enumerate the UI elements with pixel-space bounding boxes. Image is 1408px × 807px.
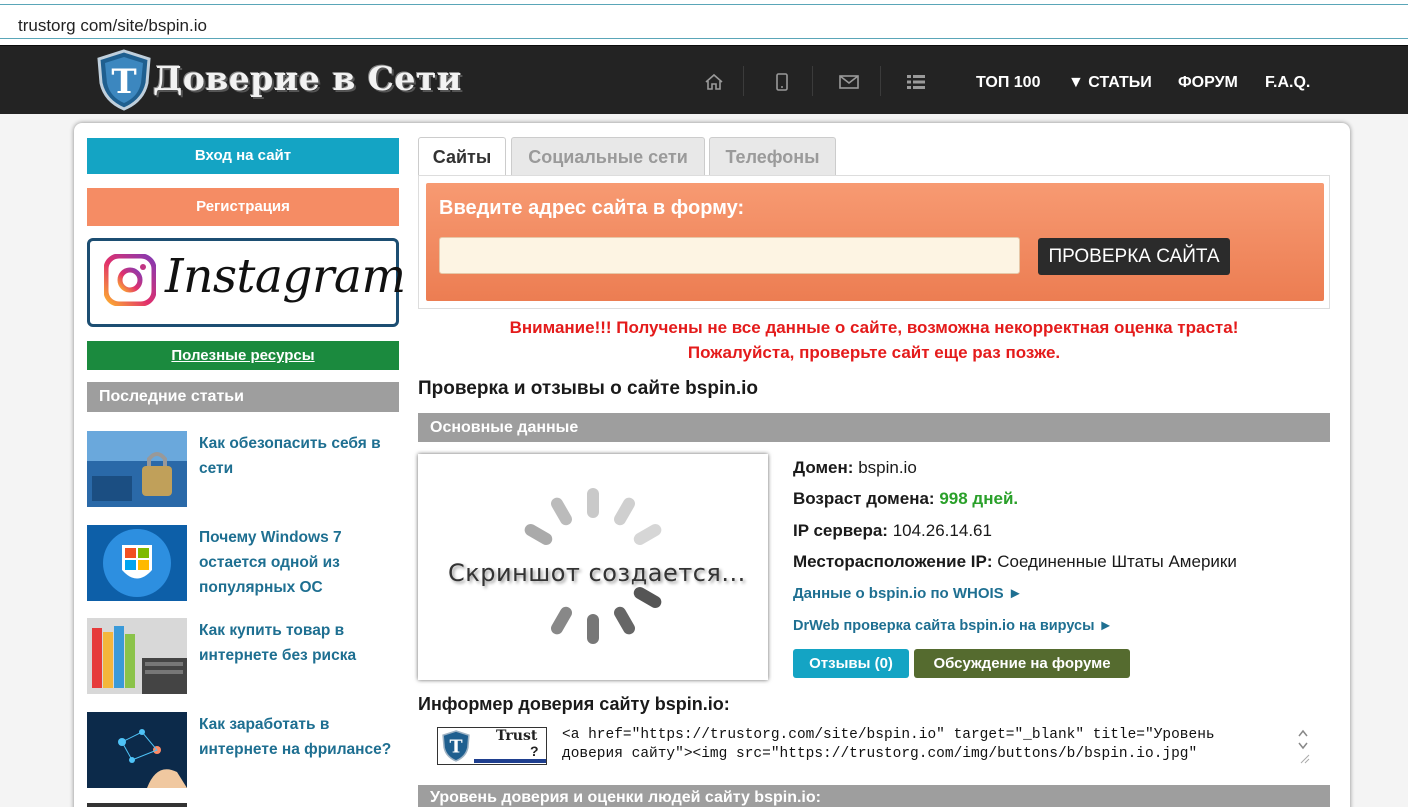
domain-label: Домен:: [793, 458, 854, 477]
mail-icon[interactable]: [839, 73, 859, 91]
ip-location-value: Соединенные Штаты Америки: [997, 552, 1237, 571]
form-label: Введите адрес сайта в форму:: [439, 197, 745, 219]
tab-sites[interactable]: Сайты: [418, 137, 506, 176]
textarea-scroll-arrows-icon[interactable]: [1295, 727, 1311, 765]
page-title: Проверка и отзывы о сайте bspin.io: [418, 378, 758, 399]
instagram-icon: [104, 254, 156, 306]
warning-message: Внимание!!! Получены не все данные о сай…: [418, 315, 1330, 365]
login-button[interactable]: Вход на сайт: [87, 138, 399, 174]
nav-separator: [880, 66, 881, 96]
warning-line: Внимание!!! Получены не все данные о сай…: [509, 318, 1239, 337]
svg-text:T: T: [449, 738, 462, 758]
nav-top100[interactable]: ТОП 100: [976, 74, 1040, 92]
domain-row: Домен: bspin.io: [793, 458, 917, 478]
svg-text:T: T: [111, 62, 136, 102]
list-icon[interactable]: [906, 73, 926, 91]
forum-discussion-button[interactable]: Обсуждение на форуме: [914, 649, 1130, 678]
badge-score: ?: [530, 743, 539, 759]
domain-age-value: 998 дней.: [939, 489, 1019, 508]
article-title[interactable]: Как купить товар в интернете без риска: [199, 618, 399, 668]
drweb-link[interactable]: DrWeb проверка сайта bspin.io на вирусы …: [793, 618, 1113, 634]
screenshot-status: Скриншот создается...: [448, 559, 746, 587]
code-line: доверия сайту"><img src="https://trustor…: [562, 746, 1198, 762]
home-icon[interactable]: [704, 73, 724, 91]
article-item[interactable]: Почему Windows 7 остается одной из попул…: [87, 525, 399, 605]
trust-informer-badge: T Trust ?: [437, 727, 547, 765]
article-thumbnail-partial: [87, 803, 187, 807]
site-logo[interactable]: T Доверие в Сети: [95, 49, 465, 111]
informer-code-textarea[interactable]: <a href="https://trustorg.com/site/bspin…: [562, 726, 1312, 766]
nav-articles[interactable]: ▼ СТАТЬИ: [1068, 74, 1152, 92]
article-title[interactable]: Почему Windows 7 остается одной из попул…: [199, 525, 399, 600]
whois-link[interactable]: Данные о bspin.io по WHOIS ►: [793, 585, 1023, 602]
article-title[interactable]: Как заработать в интернете на фрилансе?: [199, 712, 399, 762]
check-site-button[interactable]: ПРОВЕРКА САЙТА: [1038, 238, 1230, 275]
instagram-banner[interactable]: Instagram: [87, 238, 406, 327]
site-address-input[interactable]: [439, 237, 1020, 274]
article-title[interactable]: Как обезопасить себя в сети: [199, 431, 399, 481]
mobile-icon[interactable]: [772, 73, 792, 91]
warning-line: Пожалуйста, проверьте сайт еще раз позже…: [687, 343, 1061, 362]
article-item[interactable]: Как купить товар в интернете без риска: [87, 618, 399, 698]
reviews-button[interactable]: Отзывы (0): [793, 649, 909, 678]
ip-location-row: Месторасположение IP: Соединенные Штаты …: [793, 552, 1237, 572]
browser-address-bar: trustorg com/site/bspin.io: [0, 0, 1408, 45]
shield-logo-icon: T: [442, 730, 470, 762]
domain-age-row: Возраст домена: 998 дней.: [793, 489, 1018, 509]
badge-bar: [474, 759, 546, 763]
article-thumbnail: [87, 525, 187, 601]
url-field[interactable]: trustorg com/site/bspin.io: [0, 4, 1408, 39]
article-item[interactable]: Как заработать в интернете на фрилансе?: [87, 712, 399, 792]
shield-logo-icon: T: [97, 49, 151, 111]
article-thumbnail: [87, 431, 187, 507]
nav-forum[interactable]: ФОРУМ: [1178, 74, 1238, 92]
server-ip-value: 104.26.14.61: [892, 521, 992, 540]
tab-phones[interactable]: Телефоны: [709, 137, 836, 175]
article-item[interactable]: Как обезопасить себя в сети: [87, 431, 399, 511]
nav-separator: [743, 66, 744, 96]
domain-age-label: Возраст домена:: [793, 489, 935, 508]
site-screenshot: Скриншот создается...: [418, 454, 768, 680]
article-thumbnail: [87, 618, 187, 694]
trust-level-heading: Уровень доверия и оценки людей сайту bsp…: [418, 785, 1330, 807]
tab-social[interactable]: Социальные сети: [511, 137, 705, 175]
badge-label: Trust: [496, 728, 538, 744]
logo-title: Доверие в Сети: [153, 59, 462, 98]
site-header: T Доверие в Сети ТОП 100 ▼ СТАТЬИ ФОРУМ …: [0, 45, 1408, 114]
form-orange-area: Введите адрес сайта в форму: ПРОВЕРКА СА…: [426, 183, 1324, 301]
useful-resources-button[interactable]: Полезные ресурсы: [87, 341, 399, 370]
register-button[interactable]: Регистрация: [87, 188, 399, 226]
nav-separator: [812, 66, 813, 96]
server-ip-label: IP сервера:: [793, 521, 888, 540]
domain-value: bspin.io: [858, 458, 917, 477]
basic-data-heading: Основные данные: [418, 413, 1330, 442]
nav-faq[interactable]: F.A.Q.: [1265, 74, 1310, 92]
site-check-form: Введите адрес сайта в форму: ПРОВЕРКА СА…: [418, 175, 1330, 309]
url-text: trustorg com/site/bspin.io: [18, 16, 207, 35]
server-ip-row: IP сервера: 104.26.14.61: [793, 521, 992, 541]
informer-title: Информер доверия сайту bspin.io:: [418, 694, 730, 714]
instagram-wordmark: Instagram: [165, 249, 406, 304]
ip-location-label: Месторасположение IP:: [793, 552, 993, 571]
recent-articles-heading: Последние статьи: [87, 382, 399, 412]
article-thumbnail: [87, 712, 187, 788]
code-line: <a href="https://trustorg.com/site/bspin…: [562, 727, 1215, 743]
